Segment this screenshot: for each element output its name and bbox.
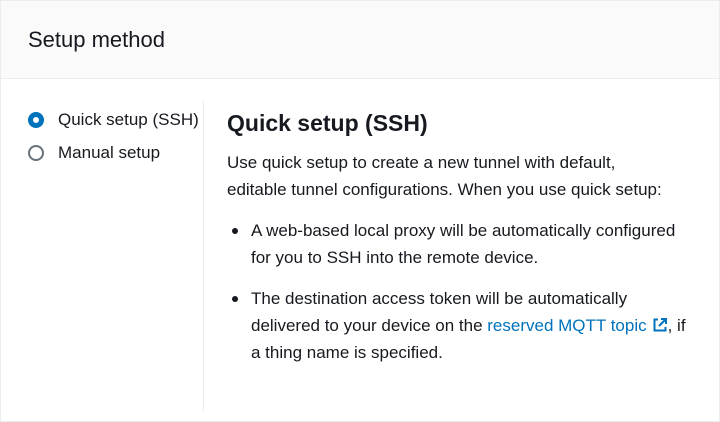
panel-title: Setup method xyxy=(28,26,165,52)
description-bullet-list: A web-based local proxy will be automati… xyxy=(227,217,703,366)
panel-header: Setup method xyxy=(1,1,719,79)
radio-button-unchecked[interactable] xyxy=(28,144,44,161)
radio-option-manual-setup[interactable]: Manual setup xyxy=(28,136,203,169)
setup-method-radio-group: Quick setup (SSH) Manual setup xyxy=(1,103,203,411)
link-label[interactable]: reserved MQTT topic xyxy=(487,316,646,335)
list-item: A web-based local proxy will be automati… xyxy=(227,217,691,271)
list-item: The destination access token will be aut… xyxy=(227,285,691,366)
description-text: Use quick setup to create a new tunnel w… xyxy=(227,153,662,199)
radio-option-quick-setup[interactable]: Quick setup (SSH) xyxy=(28,103,203,136)
external-link-icon[interactable] xyxy=(652,317,668,333)
radio-button-checked[interactable] xyxy=(28,111,44,128)
description-title: Quick setup (SSH) xyxy=(227,110,428,136)
radio-label-quick-setup[interactable]: Quick setup (SSH) xyxy=(58,110,199,130)
radio-label-manual-setup[interactable]: Manual setup xyxy=(58,143,160,163)
setup-method-panel: Setup method Quick setup (SSH) Manual se… xyxy=(0,0,720,422)
bullet-text-proxy: A web-based local proxy will be automati… xyxy=(251,221,676,267)
reserved-mqtt-topic-link[interactable]: reserved MQTT topic xyxy=(487,316,667,335)
option-description: Quick setup (SSH) Use quick setup to cre… xyxy=(204,103,719,411)
panel-body: Quick setup (SSH) Manual setup Quick set… xyxy=(1,79,719,411)
